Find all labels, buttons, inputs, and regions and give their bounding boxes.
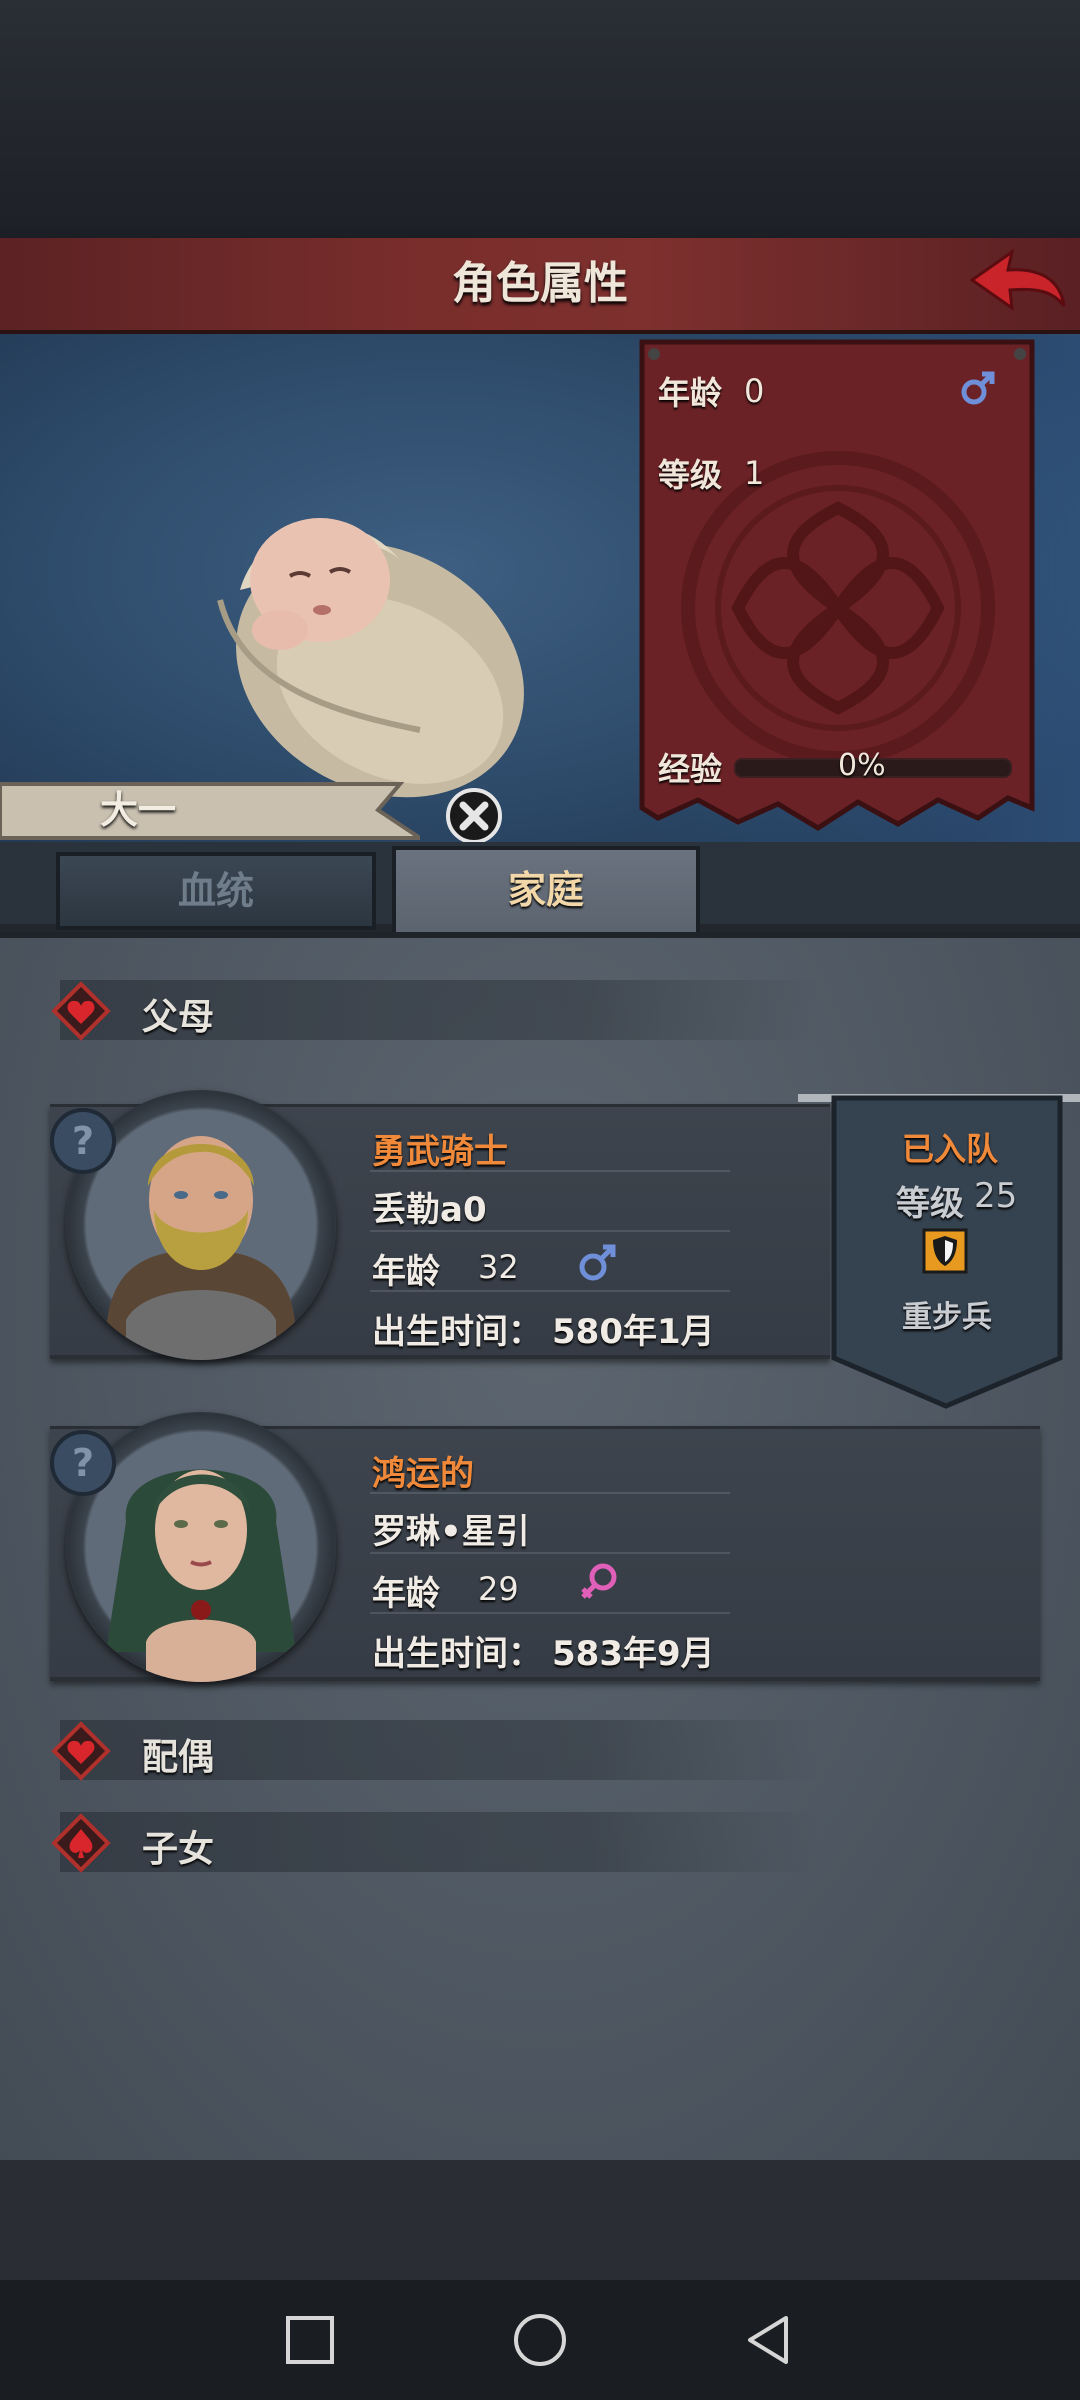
close-icon — [446, 788, 502, 844]
male-icon — [579, 1244, 616, 1281]
level-value: 1 — [744, 454, 765, 492]
back-button[interactable] — [968, 246, 1068, 322]
exp-label: 经验 — [658, 750, 723, 788]
remove-button[interactable] — [444, 786, 504, 846]
male-icon — [961, 371, 995, 405]
page-title: 角色属性 — [452, 258, 628, 309]
mother-trait: 鸿运的 — [372, 1454, 474, 1494]
mother-birth: 583年9月 — [552, 1634, 715, 1674]
recents-icon[interactable] — [284, 2314, 336, 2366]
level-label: 等级 — [658, 456, 723, 494]
baby-portrait — [200, 480, 550, 810]
age-label: 年龄 — [658, 374, 723, 412]
mother-name: 罗琳•星引 — [372, 1512, 530, 1552]
mother-age-label: 年龄 — [372, 1574, 440, 1614]
father-trait: 勇武骑士 — [372, 1132, 508, 1172]
father-birth-label: 出生时间： — [372, 1312, 542, 1352]
joined-level-label: 等级 — [896, 1184, 964, 1224]
home-icon[interactable] — [512, 2312, 568, 2368]
age-value: 0 — [744, 372, 765, 410]
father-age: 32 — [478, 1248, 519, 1286]
tab-bloodline[interactable]: 血统 — [56, 852, 376, 930]
bottom-area — [0, 2160, 1080, 2280]
help-icon[interactable]: ? — [50, 1430, 116, 1496]
children-section-title: 子女 — [142, 1829, 215, 1870]
joined-team-banner: 已入队 等级 25 重步兵 — [798, 1090, 1080, 1410]
joined-level: 25 — [974, 1176, 1018, 1216]
father-age-label: 年龄 — [372, 1252, 440, 1292]
joined-unit-type: 重步兵 — [902, 1300, 992, 1335]
mother-birth-label: 出生时间： — [372, 1634, 542, 1674]
father-name: 丢勒a0 — [372, 1190, 487, 1230]
tab-family[interactable]: 家庭 — [392, 846, 700, 942]
mother-age: 29 — [478, 1570, 519, 1608]
father-birth: 580年1月 — [552, 1312, 715, 1352]
header-bar: 角色属性 — [0, 238, 1080, 334]
parents-section-title: 父母 — [142, 997, 215, 1038]
top-dark-area — [0, 0, 1080, 238]
female-icon — [581, 1563, 617, 1599]
joined-status: 已入队 — [902, 1130, 999, 1168]
stats-banner: 年龄 0 等级 1 经验 0% — [638, 338, 1036, 838]
character-name: 大一 — [100, 788, 177, 832]
heart-icon — [51, 1721, 111, 1781]
exp-value: 0% — [838, 748, 886, 783]
heart-icon — [51, 981, 111, 1041]
back-arrow-icon — [969, 248, 1066, 312]
spade-icon — [51, 1813, 111, 1873]
system-nav-bar — [0, 2280, 1080, 2400]
spouse-section-title: 配偶 — [142, 1737, 215, 1778]
back-icon[interactable] — [740, 2312, 796, 2368]
shield-icon — [922, 1228, 968, 1274]
help-icon[interactable]: ? — [50, 1108, 116, 1174]
